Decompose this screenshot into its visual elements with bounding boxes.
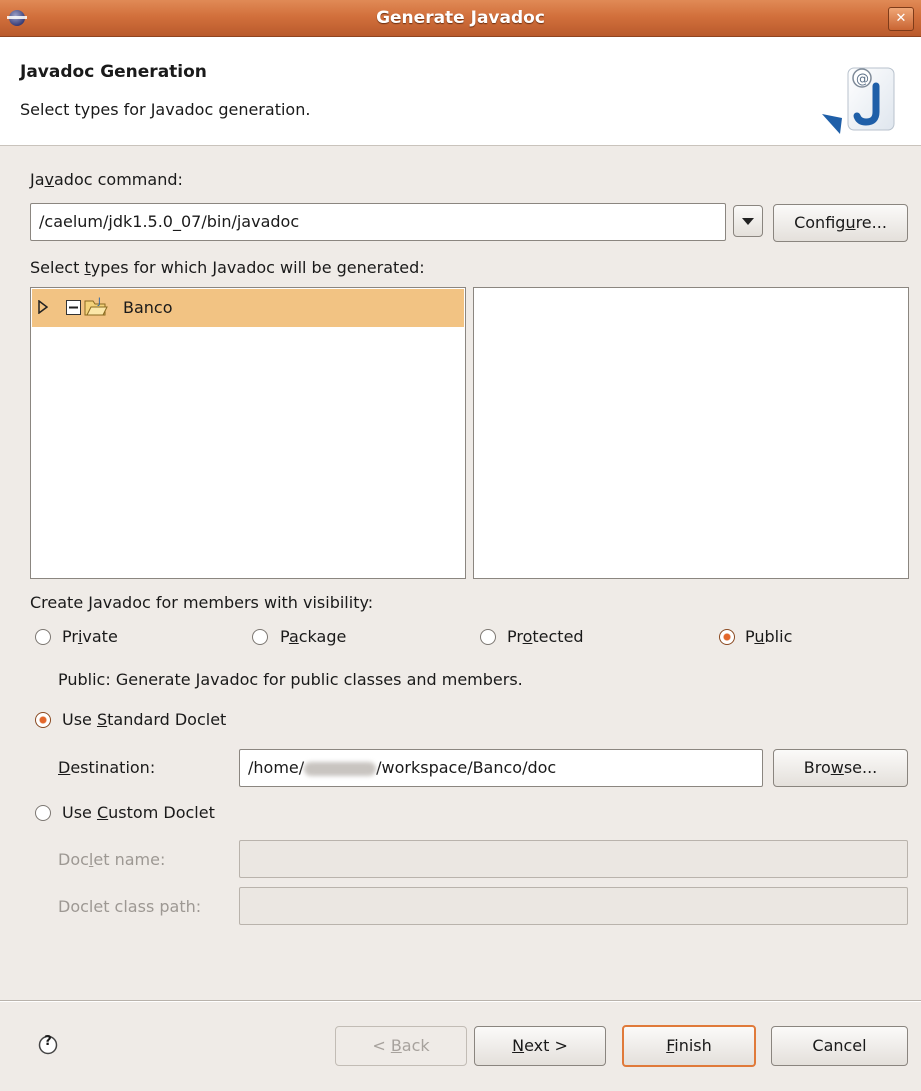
types-list[interactable] xyxy=(473,287,909,579)
radio-icon[interactable] xyxy=(35,805,51,821)
destination-label: Destination: xyxy=(58,758,156,777)
page-description: Select types for Javadoc generation. xyxy=(20,100,311,119)
destination-input[interactable]: /home//workspace/Banco/doc xyxy=(239,749,763,787)
finish-button[interactable]: Finish xyxy=(622,1025,756,1067)
redacted-username xyxy=(304,761,377,776)
back-button[interactable]: < Back xyxy=(335,1026,467,1066)
close-button[interactable]: ✕ xyxy=(888,7,914,31)
next-button[interactable]: Next > xyxy=(474,1026,606,1066)
chevron-down-icon xyxy=(742,218,754,225)
javadoc-command-input[interactable]: /caelum/jdk1.5.0_07/bin/javadoc xyxy=(30,203,726,241)
tree-item-label: Banco xyxy=(123,298,173,317)
footer-separator-highlight xyxy=(0,1001,921,1002)
radio-icon[interactable] xyxy=(480,629,496,645)
browse-button[interactable]: Browse... xyxy=(773,749,908,787)
types-tree[interactable]: J Banco xyxy=(30,287,466,579)
radio-icon[interactable] xyxy=(252,629,268,645)
partial-checkbox-icon[interactable] xyxy=(66,300,81,315)
project-folder-icon: J xyxy=(84,297,108,316)
javadoc-logo-icon: @ xyxy=(822,67,895,134)
select-types-label: Select types for which Javadoc will be g… xyxy=(30,258,425,277)
radio-selected-icon[interactable] xyxy=(35,712,51,728)
help-icon-glyph[interactable]: ? xyxy=(38,1034,58,1049)
wizard-header xyxy=(0,37,921,146)
javadoc-command-label: Javadoc command: xyxy=(30,170,183,189)
radio-icon[interactable] xyxy=(35,629,51,645)
doclet-name-input[interactable] xyxy=(239,840,908,878)
window-title: Generate Javadoc xyxy=(376,8,545,28)
visibility-description: Public: Generate Javadoc for public clas… xyxy=(58,670,523,689)
configure-button[interactable]: Configure... xyxy=(773,204,908,242)
svg-text:@: @ xyxy=(856,72,869,87)
expand-triangle-icon[interactable] xyxy=(38,300,48,314)
radio-selected-icon[interactable] xyxy=(719,629,735,645)
doclet-class-path-input[interactable] xyxy=(239,887,908,925)
cancel-button[interactable]: Cancel xyxy=(771,1026,908,1066)
svg-text:J: J xyxy=(97,297,101,307)
doclet-name-label: Doclet name: xyxy=(58,850,166,869)
javadoc-command-dropdown-button[interactable] xyxy=(733,205,763,237)
visibility-label: Create Javadoc for members with visibili… xyxy=(30,593,374,612)
doclet-class-path-label: Doclet class path: xyxy=(58,897,202,916)
page-title: Javadoc Generation xyxy=(20,62,207,82)
